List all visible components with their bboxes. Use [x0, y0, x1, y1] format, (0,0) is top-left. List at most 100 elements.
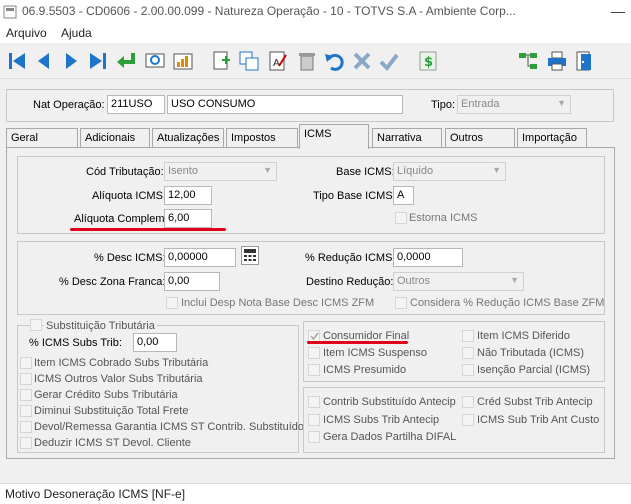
cod-tributacao-value: Isento	[168, 165, 198, 177]
tab-label: ICMS	[304, 128, 332, 140]
chevron-down-icon: ▼	[510, 275, 519, 285]
nao-tributada-label: Não Tributada (ICMS)	[477, 347, 584, 359]
base-icms-value: Líquido	[397, 165, 434, 177]
tab-label: Adicionais	[85, 132, 136, 144]
delete-icon[interactable]	[295, 49, 319, 73]
tab-impostos[interactable]: Impostos	[226, 128, 298, 147]
tab-geral[interactable]: Geral	[6, 128, 78, 147]
undo-icon[interactable]	[322, 49, 346, 73]
tab-label: Outros	[450, 132, 484, 144]
destino-reducao-select[interactable]: Outros ▼	[393, 272, 524, 291]
inclui-desp-checkbox[interactable]	[166, 297, 178, 309]
substituicao-label: Substituição Tributária	[44, 320, 157, 332]
gera-dados-difal-label: Gera Dados Partilha DIFAL	[323, 431, 457, 443]
cod-tributacao-select[interactable]: Isento ▼	[164, 162, 277, 181]
nat-operacao-desc-field[interactable]: USO CONSUMO	[167, 95, 403, 114]
item-icms-cobrado-checkbox[interactable]	[20, 357, 32, 369]
tab-icms[interactable]: ICMS	[299, 124, 369, 149]
aliquota-icms-label: Alíquota ICMS:	[92, 190, 166, 202]
diminui-substituicao-checkbox[interactable]	[20, 405, 32, 417]
reducao-icms-field[interactable]: 0,0000	[393, 248, 463, 267]
isencao-parcial-label: Isenção Parcial (ICMS)	[477, 364, 591, 376]
destino-reducao-value: Outros	[397, 275, 431, 287]
icms-subs-antecip-label: ICMS Subs Trib Antecip	[323, 414, 440, 426]
icms-outros-valor-checkbox[interactable]	[20, 373, 32, 385]
gera-dados-difal-checkbox[interactable]	[308, 431, 320, 443]
icms-sub-ant-custo-checkbox[interactable]	[462, 414, 474, 426]
tipo-base-icms-field[interactable]: A	[393, 186, 414, 205]
item-icms-suspenso-label: Item ICMS Suspenso	[323, 347, 427, 359]
svg-text:$: $	[424, 55, 433, 70]
icms-presumido-label: ICMS Presumido	[323, 364, 407, 376]
contrib-substituido-checkbox[interactable]	[308, 396, 320, 408]
deduzir-icms-st-label: Deduzir ICMS ST Devol. Cliente	[34, 437, 191, 449]
deduzir-icms-st-checkbox[interactable]	[20, 437, 32, 449]
devol-remessa-checkbox[interactable]	[20, 421, 32, 433]
desc-icms-field[interactable]: 0,00000	[164, 248, 236, 267]
cod-tributacao-label: Cód Tributação:	[86, 166, 164, 178]
copy-icon[interactable]	[237, 49, 261, 73]
status-bar: Motivo Desoneração ICMS [NF-e]	[0, 483, 631, 504]
contrib-substituido-label: Contrib Substituído Antecip	[323, 396, 456, 408]
icms-presumido-checkbox[interactable]	[308, 364, 320, 376]
base-icms-label: Base ICMS:	[336, 166, 395, 178]
destino-reducao-label: Destino Redução:	[306, 276, 394, 288]
gerar-credito-checkbox[interactable]	[20, 389, 32, 401]
tab-atualizacoes[interactable]: Atualizações	[152, 128, 224, 147]
toolbar: A $	[0, 43, 631, 79]
estorna-icms-checkbox[interactable]	[395, 212, 407, 224]
tipo-select[interactable]: Entrada ▼	[457, 95, 571, 114]
item-icms-diferido-checkbox[interactable]	[462, 330, 474, 342]
item-icms-suspenso-checkbox[interactable]	[308, 347, 320, 359]
menu-arquivo[interactable]: Arquivo	[6, 26, 47, 40]
aliquota-complem-label: Alíquota Complem:	[74, 213, 168, 225]
base-icms-select[interactable]: Líquido ▼	[393, 162, 506, 181]
cred-subst-checkbox[interactable]	[462, 396, 474, 408]
last-record-icon[interactable]	[86, 49, 110, 73]
desc-zona-franca-label: % Desc Zona Franca:	[59, 276, 166, 288]
nat-operacao-code-field[interactable]: 211USO	[107, 95, 165, 114]
isencao-parcial-checkbox[interactable]	[462, 364, 474, 376]
substituicao-checkbox[interactable]	[30, 319, 42, 331]
highlight-underline	[70, 228, 226, 231]
tab-adicionais[interactable]: Adicionais	[80, 128, 150, 147]
nao-tributada-checkbox[interactable]	[462, 347, 474, 359]
tab-narrativa[interactable]: Narrativa	[372, 128, 442, 147]
icms-subs-antecip-checkbox[interactable]	[308, 414, 320, 426]
edit-icon[interactable]: A	[266, 49, 290, 73]
confirm-icon[interactable]	[377, 49, 401, 73]
aliquota-complem-field[interactable]: 6,00	[164, 209, 212, 228]
considera-reducao-checkbox[interactable]	[395, 297, 407, 309]
tab-label: Impostos	[231, 132, 276, 144]
new-record-icon[interactable]	[209, 49, 233, 73]
return-icon[interactable]	[114, 49, 138, 73]
icms-subs-trib-field[interactable]: 0,00	[133, 333, 177, 352]
item-icms-cobrado-label: Item ICMS Cobrado Subs Tributária	[34, 357, 209, 369]
previous-record-icon[interactable]	[32, 49, 56, 73]
estorna-icms-label: Estorna ICMS	[409, 212, 478, 224]
print-icon[interactable]	[545, 49, 569, 73]
inclui-desp-label: Inclui Desp Nota Base Desc ICMS ZFM	[181, 297, 375, 309]
tree-icon[interactable]	[516, 49, 540, 73]
status-text: Motivo Desoneração ICMS [NF-e]	[5, 487, 186, 501]
exit-icon[interactable]	[573, 49, 597, 73]
currency-icon[interactable]: $	[416, 49, 440, 73]
first-record-icon[interactable]	[5, 49, 29, 73]
next-record-icon[interactable]	[59, 49, 83, 73]
desc-zona-franca-field[interactable]: 0,00	[164, 272, 220, 291]
calculator-icon[interactable]	[241, 246, 259, 265]
menu-ajuda[interactable]: Ajuda	[61, 26, 92, 40]
chevron-down-icon: ▼	[263, 165, 272, 175]
chevron-down-icon: ▼	[557, 98, 566, 108]
aliquota-icms-field[interactable]: 12,00	[164, 186, 212, 205]
cancel-icon[interactable]	[350, 49, 374, 73]
minimize-icon[interactable]: —	[606, 0, 630, 23]
svg-text:A: A	[273, 58, 280, 69]
icms-subs-trib-label: % ICMS Subs Trib:	[29, 337, 122, 349]
tipo-base-icms-label: Tipo Base ICMS:	[313, 190, 396, 202]
chart-icon[interactable]	[171, 49, 195, 73]
tab-importacao[interactable]: Importação	[517, 128, 587, 147]
search-icon[interactable]	[143, 49, 167, 73]
nat-operacao-label: Nat Operação:	[33, 99, 105, 111]
tab-outros[interactable]: Outros	[445, 128, 515, 147]
